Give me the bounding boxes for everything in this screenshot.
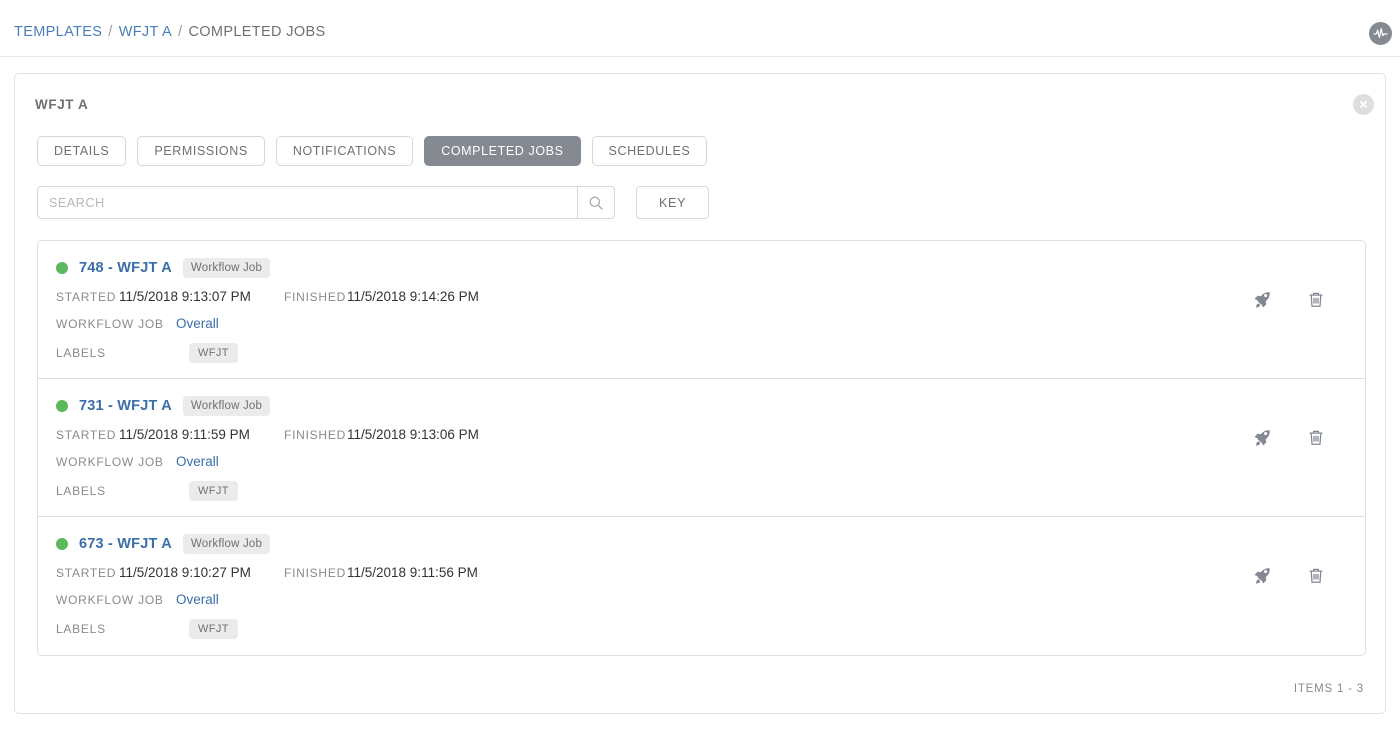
search-row: KEY xyxy=(37,186,710,219)
breadcrumb-item-completed-jobs: COMPLETED JOBS xyxy=(188,24,326,40)
row-actions xyxy=(1251,565,1327,587)
status-badge xyxy=(56,262,68,274)
job-header: 731 - WFJT A Workflow Job xyxy=(56,396,271,416)
activity-stream-icon[interactable] xyxy=(1369,22,1392,45)
search-icon[interactable] xyxy=(577,186,615,219)
started-label: STARTED xyxy=(56,566,117,580)
row-actions xyxy=(1251,289,1327,311)
workflow-job-link[interactable]: Overall xyxy=(176,454,219,469)
table-row[interactable]: 748 - WFJT A Workflow Job STARTED 11/5/2… xyxy=(38,241,1365,379)
finished-value: 11/5/2018 9:11:56 PM xyxy=(347,565,478,580)
job-times: STARTED 11/5/2018 9:13:07 PM FINISHED 11… xyxy=(56,289,479,304)
job-header: 673 - WFJT A Workflow Job xyxy=(56,534,271,554)
workflow-job-link[interactable]: Overall xyxy=(176,592,219,607)
job-header: 748 - WFJT A Workflow Job xyxy=(56,258,271,278)
job-times: STARTED 11/5/2018 9:10:27 PM FINISHED 11… xyxy=(56,565,478,580)
rocket-icon[interactable] xyxy=(1251,289,1273,311)
job-type-badge: Workflow Job xyxy=(182,396,271,416)
trash-icon[interactable] xyxy=(1305,565,1327,587)
started-value: 11/5/2018 9:11:59 PM xyxy=(119,427,250,442)
status-badge xyxy=(56,538,68,550)
job-labels: LABELS WFJT xyxy=(56,481,238,501)
breadcrumb-item-wfjt-a[interactable]: WFJT A xyxy=(119,24,172,40)
job-workflow: WORKFLOW JOB Overall xyxy=(56,592,219,607)
finished-value: 11/5/2018 9:13:06 PM xyxy=(347,427,479,442)
started-label: STARTED xyxy=(56,290,117,304)
labels-label: LABELS xyxy=(56,484,106,498)
tab-permissions[interactable]: PERMISSIONS xyxy=(137,136,265,166)
labels-label: LABELS xyxy=(56,622,106,636)
job-name-link[interactable]: 731 - WFJT A xyxy=(79,398,172,414)
job-labels: LABELS WFJT xyxy=(56,343,238,363)
items-count: ITEMS 1 - 3 xyxy=(1293,683,1364,695)
tab-details[interactable]: DETAILS xyxy=(37,136,127,166)
tab-bar: DETAILS PERMISSIONS NOTIFICATIONS COMPLE… xyxy=(37,136,708,166)
started-value: 11/5/2018 9:10:27 PM xyxy=(119,565,251,580)
tab-schedules[interactable]: SCHEDULES xyxy=(591,136,708,166)
trash-icon[interactable] xyxy=(1305,289,1327,311)
job-times: STARTED 11/5/2018 9:11:59 PM FINISHED 11… xyxy=(56,427,479,442)
started-value: 11/5/2018 9:13:07 PM xyxy=(119,289,251,304)
job-type-badge: Workflow Job xyxy=(182,258,271,278)
key-button[interactable]: KEY xyxy=(636,186,710,219)
breadcrumb-separator: / xyxy=(178,24,183,40)
page-title: WFJT A xyxy=(35,97,89,112)
breadcrumb-item-templates[interactable]: TEMPLATES xyxy=(14,24,102,40)
job-name-link[interactable]: 673 - WFJT A xyxy=(79,536,172,552)
breadcrumb-bar: TEMPLATES / WFJT A / COMPLETED JOBS xyxy=(0,0,1400,57)
label-chip: WFJT xyxy=(189,343,238,363)
label-chip: WFJT xyxy=(189,481,238,501)
row-actions xyxy=(1251,427,1327,449)
completed-jobs-list: 748 - WFJT A Workflow Job STARTED 11/5/2… xyxy=(37,240,1366,656)
table-row[interactable]: 673 - WFJT A Workflow Job STARTED 11/5/2… xyxy=(38,517,1365,655)
job-labels: LABELS WFJT xyxy=(56,619,238,639)
labels-label: LABELS xyxy=(56,346,106,360)
finished-label: FINISHED xyxy=(284,290,347,304)
breadcrumb: TEMPLATES / WFJT A / COMPLETED JOBS xyxy=(14,24,326,40)
label-chip: WFJT xyxy=(189,619,238,639)
workflow-job-label: WORKFLOW JOB xyxy=(56,317,164,331)
finished-label: FINISHED xyxy=(284,566,347,580)
search-group xyxy=(37,186,615,219)
main-panel: WFJT A DETAILS PERMISSIONS NOTIFICATIONS… xyxy=(14,73,1386,714)
table-row[interactable]: 731 - WFJT A Workflow Job STARTED 11/5/2… xyxy=(38,379,1365,517)
search-input[interactable] xyxy=(37,186,577,219)
job-workflow: WORKFLOW JOB Overall xyxy=(56,454,219,469)
rocket-icon[interactable] xyxy=(1251,565,1273,587)
workflow-job-label: WORKFLOW JOB xyxy=(56,455,164,469)
finished-value: 11/5/2018 9:14:26 PM xyxy=(347,289,479,304)
started-label: STARTED xyxy=(56,428,117,442)
workflow-job-label: WORKFLOW JOB xyxy=(56,593,164,607)
close-icon[interactable] xyxy=(1353,94,1374,115)
rocket-icon[interactable] xyxy=(1251,427,1273,449)
workflow-job-link[interactable]: Overall xyxy=(176,316,219,331)
breadcrumb-separator: / xyxy=(108,24,113,40)
tab-completed-jobs[interactable]: COMPLETED JOBS xyxy=(424,136,581,166)
finished-label: FINISHED xyxy=(284,428,347,442)
job-name-link[interactable]: 748 - WFJT A xyxy=(79,260,172,276)
trash-icon[interactable] xyxy=(1305,427,1327,449)
tab-notifications[interactable]: NOTIFICATIONS xyxy=(275,136,414,166)
job-workflow: WORKFLOW JOB Overall xyxy=(56,316,219,331)
page-root: TEMPLATES / WFJT A / COMPLETED JOBS WFJT A D… xyxy=(0,0,1400,732)
status-badge xyxy=(56,400,68,412)
job-type-badge: Workflow Job xyxy=(182,534,271,554)
